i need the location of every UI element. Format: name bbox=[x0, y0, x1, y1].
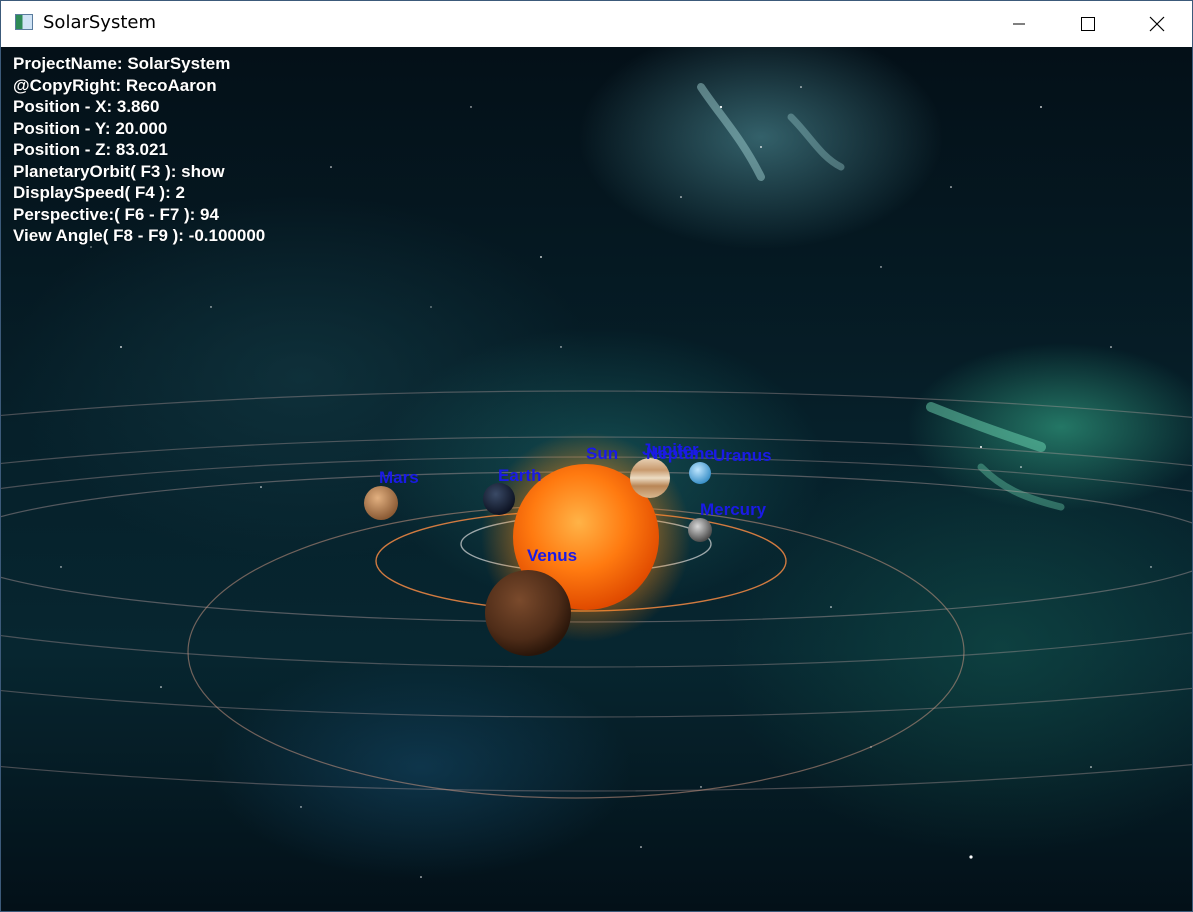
planet-venus[interactable] bbox=[485, 570, 571, 656]
planet-jupiter[interactable] bbox=[630, 458, 670, 498]
hud-display-speed: DisplaySpeed( F4 ): 2 bbox=[13, 183, 185, 202]
title-bar[interactable]: SolarSystem bbox=[1, 1, 1192, 47]
window-title: SolarSystem bbox=[43, 12, 156, 33]
nebula-wisps bbox=[697, 83, 1065, 511]
hud-planetary-orbit: PlanetaryOrbit( F3 ): show bbox=[13, 161, 225, 181]
planet-uranus[interactable] bbox=[689, 462, 711, 484]
label-sun: Sun bbox=[586, 444, 618, 463]
maximize-icon bbox=[1081, 17, 1095, 31]
hud-position-y: Position - Y: 20.000 bbox=[13, 118, 168, 138]
close-button[interactable] bbox=[1122, 1, 1192, 47]
hud-position-z: Position - Z: 83.021 bbox=[13, 140, 168, 159]
planet-mars[interactable] bbox=[364, 486, 398, 520]
render-viewport[interactable]: Sun Jupiter Neptune Uranus Mars Earth Me… bbox=[1, 47, 1192, 911]
hud-view-angle: View Angle( F8 - F9 ): -0.100000 bbox=[13, 226, 266, 245]
label-mercury: Mercury bbox=[700, 500, 767, 519]
close-icon bbox=[1149, 16, 1165, 32]
maximize-button[interactable] bbox=[1053, 1, 1123, 47]
minimize-icon bbox=[1013, 23, 1025, 25]
app-window-icon bbox=[15, 14, 33, 30]
label-uranus: Uranus bbox=[713, 446, 772, 465]
label-mars: Mars bbox=[379, 468, 419, 487]
hud-copyright: @CopyRight: RecoAaron bbox=[13, 75, 217, 95]
label-venus: Venus bbox=[527, 546, 577, 565]
hud-position-x: Position - X: 3.860 bbox=[13, 97, 160, 116]
hud-perspective: Perspective:( F6 - F7 ): 94 bbox=[13, 204, 219, 224]
hud-project-name: ProjectName: SolarSystem bbox=[13, 54, 231, 73]
planet-mercury[interactable] bbox=[688, 518, 712, 542]
app-window: SolarSystem Sun Jupiter Neptune Uranus M… bbox=[0, 0, 1193, 912]
minimize-button[interactable] bbox=[984, 1, 1054, 47]
planet-earth[interactable] bbox=[483, 483, 515, 515]
label-earth: Earth bbox=[498, 466, 541, 485]
label-neptune: Neptune bbox=[646, 444, 714, 463]
hud-info-panel: ProjectName: SolarSystem @CopyRight: Rec… bbox=[13, 53, 265, 247]
